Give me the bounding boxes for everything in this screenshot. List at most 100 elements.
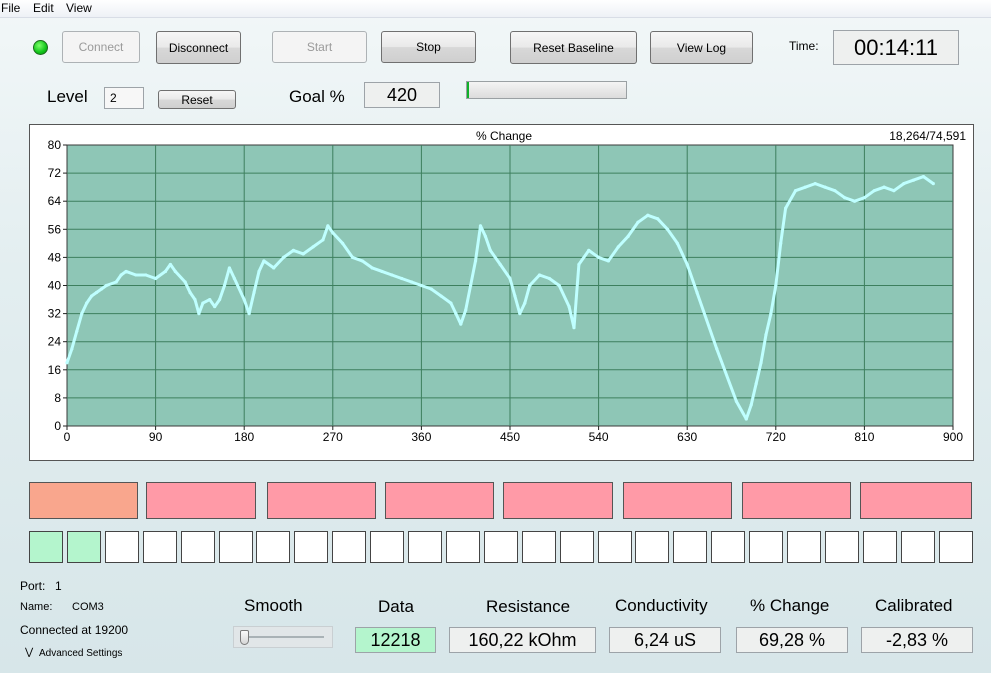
- data-point: [232, 276, 236, 281]
- step-square: [938, 531, 973, 563]
- data-point: [94, 290, 99, 295]
- step-square: [256, 531, 291, 563]
- data-point: [341, 241, 345, 245]
- data-point: [921, 175, 926, 179]
- data-point: [572, 326, 576, 330]
- data-point: [769, 312, 773, 316]
- chevron-down-icon[interactable]: ⋁: [25, 647, 33, 658]
- step-square: [66, 531, 101, 563]
- advanced-settings-toggle[interactable]: Advanced Settings: [39, 648, 122, 659]
- level-reset-button[interactable]: Reset: [158, 90, 236, 109]
- data-point: [636, 220, 640, 224]
- data-point: [587, 248, 591, 252]
- data-point: [134, 273, 138, 277]
- data-point: [774, 283, 778, 288]
- data-point: [518, 312, 522, 316]
- menu-file[interactable]: File: [1, 1, 20, 15]
- data-point: [449, 301, 453, 305]
- data-point: [823, 185, 827, 189]
- step-square: [559, 531, 594, 563]
- step-square: [749, 531, 784, 563]
- data-point: [557, 283, 561, 288]
- data-point: [473, 259, 478, 263]
- level-input[interactable]: 2: [104, 87, 144, 109]
- stop-button[interactable]: Stop: [381, 31, 476, 63]
- slider-thumb[interactable]: [240, 630, 249, 645]
- reset-baseline-button[interactable]: Reset Baseline: [510, 31, 637, 64]
- data-point: [793, 189, 798, 193]
- data-point: [779, 241, 783, 245]
- data-point: [419, 283, 423, 288]
- data-point: [168, 262, 172, 267]
- step-square: [900, 531, 935, 563]
- data-point: [173, 269, 177, 274]
- data-point: [85, 301, 89, 305]
- step-square: [180, 531, 215, 563]
- data-point: [104, 283, 108, 288]
- connect-button[interactable]: Connect: [62, 31, 140, 63]
- connection-info: Connected at 19200: [20, 623, 129, 637]
- goal-progress-bar: [466, 81, 627, 99]
- data-point: [685, 262, 689, 267]
- data-value: 12218: [355, 627, 436, 653]
- step-square: [408, 531, 442, 563]
- data-point: [114, 280, 118, 284]
- y-tick-label: 24: [48, 335, 62, 349]
- data-point: [262, 259, 266, 263]
- data-point: [508, 276, 512, 281]
- disconnect-button[interactable]: Disconnect: [156, 31, 241, 64]
- data-point: [882, 185, 886, 189]
- data-point: [217, 297, 222, 302]
- data-label: Data: [378, 597, 414, 616]
- data-point: [227, 266, 232, 270]
- data-point: [439, 294, 443, 298]
- data-point: [331, 231, 335, 235]
- zone-tile: [503, 482, 613, 519]
- data-point: [744, 417, 748, 421]
- smooth-label: Smooth: [244, 596, 303, 615]
- menu-view[interactable]: View: [66, 1, 92, 15]
- step-square: [521, 531, 556, 563]
- x-tick-label: 90: [149, 430, 163, 444]
- x-tick-label: 810: [854, 430, 874, 444]
- data-point: [350, 255, 355, 259]
- port-label: Port:: [20, 579, 46, 593]
- data-point: [931, 182, 935, 186]
- y-tick-label: 80: [48, 138, 62, 152]
- data-point: [163, 269, 168, 274]
- start-button[interactable]: Start: [272, 31, 367, 63]
- data-point: [665, 227, 670, 231]
- time-display: 00:14:11: [833, 30, 959, 65]
- data-point: [695, 290, 699, 295]
- data-point: [201, 301, 205, 305]
- x-tick-label: 630: [677, 430, 697, 444]
- data-point: [326, 224, 330, 228]
- data-point: [380, 269, 384, 274]
- menu-edit[interactable]: Edit: [33, 1, 54, 15]
- data-point: [813, 182, 817, 186]
- conductivity-label: Conductivity: [615, 596, 708, 615]
- step-square: [370, 531, 405, 563]
- resistance-label: Resistance: [486, 597, 571, 616]
- x-tick-label: 900: [943, 430, 963, 444]
- data-point: [803, 185, 807, 189]
- data-point: [498, 262, 502, 267]
- y-tick-label: 40: [48, 279, 62, 293]
- calibrated-label: Calibrated: [875, 596, 953, 615]
- data-point: [469, 283, 473, 288]
- data-point: [321, 238, 325, 242]
- data-point: [370, 266, 374, 270]
- percent-change-value: 69,28 %: [736, 627, 848, 653]
- data-point: [213, 304, 217, 309]
- step-square: [483, 531, 518, 563]
- x-tick-label: 270: [323, 430, 343, 444]
- data-point: [754, 382, 758, 386]
- view-log-button[interactable]: View Log: [650, 31, 753, 64]
- step-square: [635, 531, 670, 563]
- chart-panel: % Change 18,264/74,591 0 90 180 270 360 450 54…: [29, 124, 974, 461]
- data-point: [626, 234, 630, 238]
- data-point: [80, 312, 84, 316]
- data-point: [862, 196, 867, 200]
- smooth-slider[interactable]: [233, 626, 333, 648]
- zone-tile: [860, 482, 972, 519]
